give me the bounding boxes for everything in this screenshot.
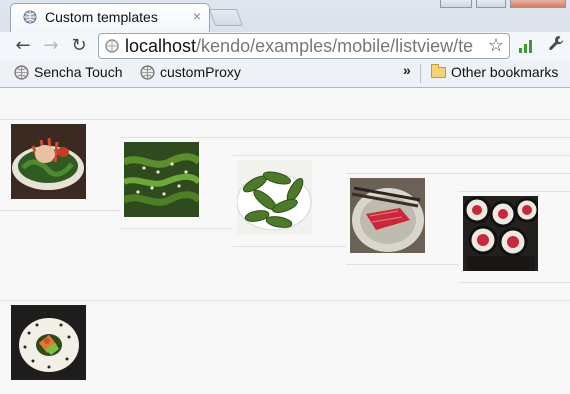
reload-icon[interactable]: ↻ — [68, 35, 90, 57]
bookmarks-bar: Sencha Touch customProxy » Other bookmar… — [0, 60, 570, 87]
divider — [459, 282, 570, 283]
forward-icon[interactable]: → — [40, 35, 62, 57]
divider — [346, 264, 459, 265]
seaweed-salad-image — [11, 124, 86, 199]
globe-icon — [23, 10, 37, 29]
bookmarks-divider — [420, 64, 421, 83]
bookmark-label: Other bookmarks — [451, 64, 559, 80]
tab-custom-templates[interactable]: Custom templates × — [10, 3, 210, 32]
california-roll-image — [11, 305, 86, 380]
bookmark-label: customProxy — [160, 64, 241, 80]
minimize-button[interactable] — [440, 0, 472, 8]
extension-signal-icon[interactable] — [518, 39, 534, 53]
divider — [0, 210, 120, 211]
wakame-image — [124, 142, 199, 217]
list-item[interactable] — [11, 305, 86, 380]
tab-title: Custom templates — [45, 9, 158, 25]
close-window-button[interactable] — [510, 0, 566, 8]
divider — [120, 228, 233, 229]
divider — [233, 155, 570, 156]
more-bookmarks-chevron-icon[interactable]: » — [403, 62, 411, 78]
url-path: /kendo/examples/mobile/listview/te — [196, 36, 474, 56]
close-icon[interactable]: × — [193, 8, 201, 24]
folder-icon — [431, 64, 446, 78]
divider — [0, 300, 570, 301]
edamame-image — [237, 160, 312, 235]
divider — [120, 137, 570, 138]
url-text: localhost/kendo/examples/mobile/listview… — [125, 36, 485, 57]
divider — [0, 119, 570, 120]
tab-strip: Custom templates × — [0, 0, 570, 32]
list-item[interactable] — [124, 142, 199, 217]
toolbar: ← → ↻ localhost/kendo/examples/mobile/li… — [0, 32, 570, 60]
bookmark-label: Sencha Touch — [34, 64, 123, 80]
bookmark-star-icon[interactable]: ☆ — [488, 35, 504, 56]
new-tab-button[interactable] — [208, 9, 244, 26]
globe-icon — [14, 65, 29, 83]
wrench-icon[interactable] — [548, 35, 564, 56]
list-item[interactable] — [11, 124, 86, 199]
url-host: localhost — [125, 36, 197, 56]
maximize-button[interactable] — [476, 0, 506, 8]
maki-image — [463, 196, 538, 271]
divider — [459, 191, 570, 192]
sashimi-image — [350, 178, 425, 253]
browser-chrome: Custom templates × ← → ↻ localhost/kendo… — [0, 0, 570, 88]
list-item[interactable] — [350, 178, 425, 253]
page-viewport — [0, 88, 570, 394]
globe-icon — [140, 65, 155, 83]
divider — [233, 246, 346, 247]
divider — [346, 173, 570, 174]
list-item[interactable] — [237, 160, 312, 235]
list-item[interactable] — [463, 196, 538, 271]
back-icon[interactable]: ← — [12, 35, 34, 57]
address-bar[interactable]: localhost/kendo/examples/mobile/listview… — [98, 33, 510, 59]
page-icon — [105, 39, 119, 58]
